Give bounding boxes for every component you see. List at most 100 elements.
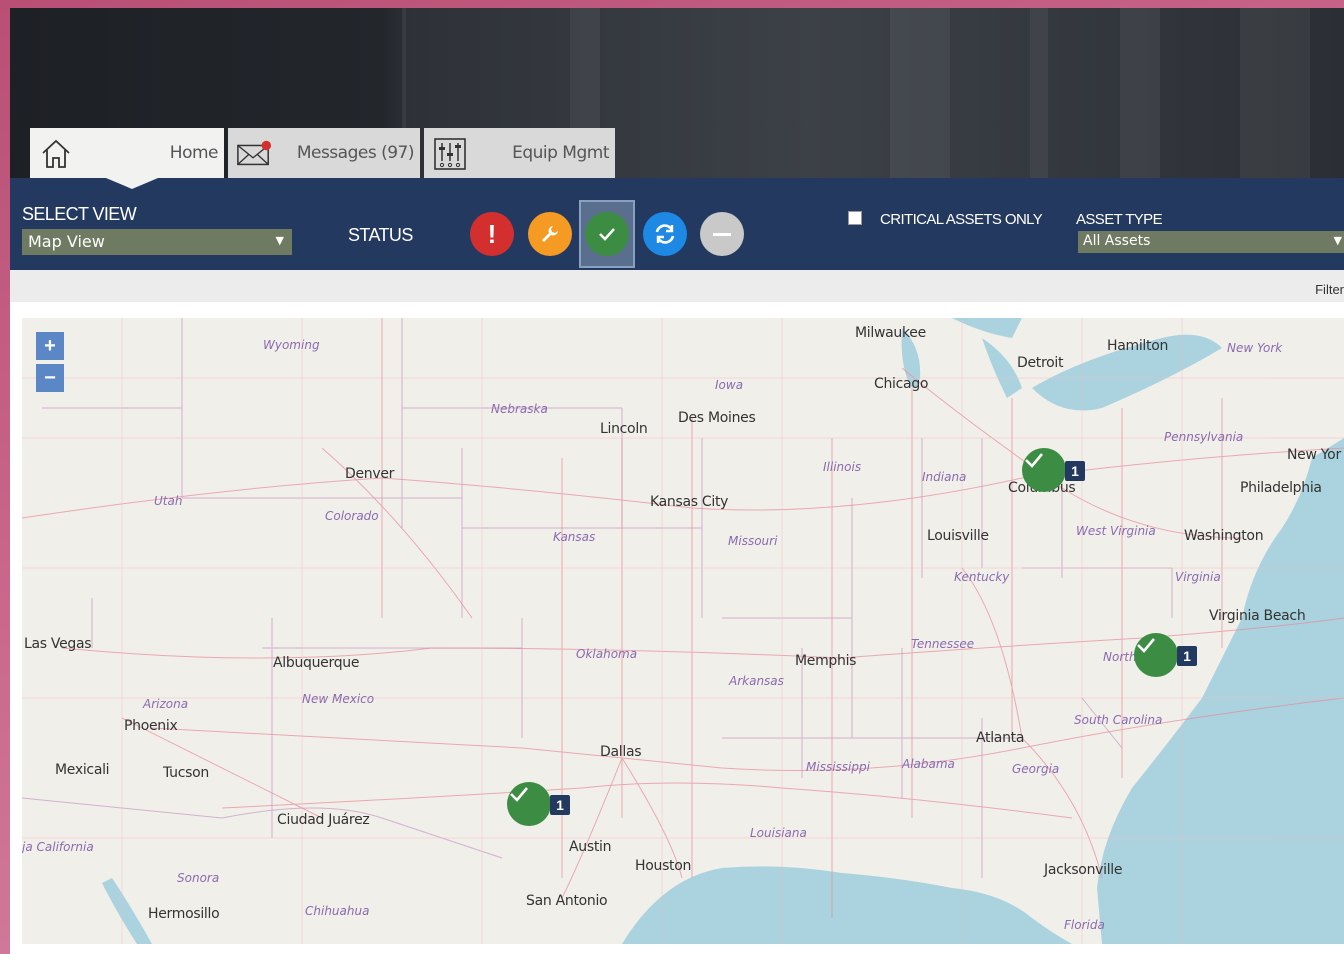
filter-bar: Filter: [10, 270, 1344, 302]
city-label: Austin: [569, 839, 612, 855]
city-label: Denver: [345, 466, 395, 482]
city-label: Mexicali: [55, 762, 110, 778]
asset-marker-columbus[interactable]: [1022, 448, 1066, 492]
tab-home-label: Home: [169, 143, 219, 163]
city-label: Louisville: [927, 528, 989, 544]
active-tab-pointer: [106, 178, 158, 189]
city-label: Ciudad Juárez: [277, 812, 370, 828]
city-label: Jacksonville: [1044, 862, 1123, 878]
state-label: Pennsylvania: [1164, 430, 1244, 444]
state-label: Missouri: [728, 534, 778, 548]
city-label: Washington: [1184, 528, 1264, 544]
marker-count-badge: 1: [1065, 461, 1085, 481]
state-label: West Virginia: [1076, 524, 1156, 538]
tab-messages-label: Messages (97): [296, 143, 415, 163]
minus-icon: [713, 232, 731, 236]
asset-marker-texas[interactable]: [507, 782, 551, 826]
app-window: Home Messages (97) Equip Mgmt SELECT VIE…: [10, 8, 1344, 954]
marker-count-badge: 1: [550, 795, 570, 815]
state-label: Oklahoma: [576, 647, 638, 661]
status-alarm-button[interactable]: !: [470, 212, 514, 256]
status-ok-button[interactable]: [585, 212, 629, 256]
check-icon: [1025, 453, 1043, 468]
state-label: Mississippi: [806, 760, 870, 774]
tab-home[interactable]: Home: [30, 128, 224, 178]
city-label: Kansas City: [650, 494, 729, 510]
select-view-dropdown[interactable]: Map View ▼: [22, 229, 292, 255]
state-label: Wyoming: [263, 338, 320, 352]
city-label: Albuquerque: [273, 655, 360, 671]
city-label: San Antonio: [526, 893, 608, 909]
city-label: Las Vegas: [24, 636, 92, 652]
state-label: New York: [1227, 341, 1283, 355]
sliders-icon: [432, 136, 468, 172]
city-label: Philadelphia: [1240, 480, 1322, 496]
state-label: Alabama: [902, 757, 955, 771]
city-label: Tucson: [163, 765, 209, 781]
critical-assets-label: CRITICAL ASSETS ONLY: [880, 211, 1043, 228]
home-icon: [38, 136, 74, 172]
state-label: Iowa: [715, 378, 744, 392]
state-label: New Mexico: [302, 692, 375, 706]
state-label: North: [1103, 650, 1137, 664]
tab-messages[interactable]: Messages (97): [228, 128, 420, 178]
city-label: Hermosillo: [148, 906, 220, 922]
wrench-icon: [542, 226, 558, 242]
state-label: Nebraska: [491, 402, 548, 416]
state-label: Sonora: [177, 871, 220, 885]
city-label: Hamilton: [1107, 338, 1169, 354]
state-label: Tennessee: [911, 637, 975, 651]
state-label: Georgia: [1012, 762, 1060, 776]
status-offline-button[interactable]: [700, 212, 744, 256]
asset-marker-north-carolina[interactable]: [1134, 633, 1178, 677]
map-view[interactable]: + − Milwaukee Detroit Hamilton Chicago D…: [22, 318, 1344, 944]
city-label: New Yor: [1287, 447, 1341, 463]
status-label: STATUS: [348, 225, 413, 245]
check-icon: [1137, 638, 1155, 653]
zoom-out-button[interactable]: −: [36, 364, 64, 392]
state-label: South Carolina: [1074, 713, 1163, 727]
critical-assets-checkbox[interactable]: [848, 211, 862, 225]
state-label: Virginia: [1175, 570, 1221, 584]
toolbar: SELECT VIEW Map View ▼ STATUS ! CRITICAL…: [10, 178, 1344, 270]
asset-type-dropdown[interactable]: All Assets ▼: [1078, 231, 1344, 253]
refresh-icon: [655, 224, 675, 244]
state-label: Chihuahua: [305, 904, 370, 918]
marker-count-badge: 1: [1177, 646, 1197, 666]
chevron-down-icon: ▼: [275, 234, 284, 247]
city-label: Phoenix: [124, 718, 178, 734]
select-view-value: Map View: [28, 232, 105, 251]
state-label: Arkansas: [729, 674, 784, 688]
state-label: Florida: [1064, 918, 1105, 932]
check-icon: [510, 787, 528, 802]
state-label: Indiana: [922, 470, 967, 484]
state-label: Illinois: [823, 460, 862, 474]
state-label: Utah: [154, 494, 183, 508]
check-icon: [599, 228, 615, 241]
city-label: Lincoln: [600, 421, 648, 437]
state-label: ja California: [22, 840, 94, 854]
select-view-label: SELECT VIEW: [22, 204, 137, 224]
city-label: Milwaukee: [855, 325, 926, 341]
city-label: Houston: [635, 858, 692, 874]
state-label: Louisiana: [750, 826, 807, 840]
tab-equip-mgmt[interactable]: Equip Mgmt: [424, 128, 615, 178]
chevron-down-icon: ▼: [1333, 234, 1342, 247]
city-label: Chicago: [874, 376, 929, 392]
city-label: Detroit: [1017, 355, 1064, 371]
state-label: Kentucky: [954, 570, 1010, 584]
city-label: Atlanta: [976, 730, 1025, 746]
city-label: Virginia Beach: [1209, 608, 1306, 624]
tab-equip-mgmt-label: Equip Mgmt: [512, 143, 609, 163]
mail-icon: [236, 136, 272, 172]
filter-label[interactable]: Filter: [1315, 282, 1344, 297]
state-label: Arizona: [143, 697, 189, 711]
exclamation-icon: !: [487, 218, 497, 249]
state-label: Kansas: [553, 530, 596, 544]
asset-type-value: All Assets: [1083, 233, 1151, 249]
status-refresh-button[interactable]: [643, 212, 687, 256]
city-label: Dallas: [600, 744, 642, 760]
status-maintenance-button[interactable]: [528, 212, 572, 256]
zoom-in-button[interactable]: +: [36, 332, 64, 360]
city-label: Des Moines: [678, 410, 756, 426]
